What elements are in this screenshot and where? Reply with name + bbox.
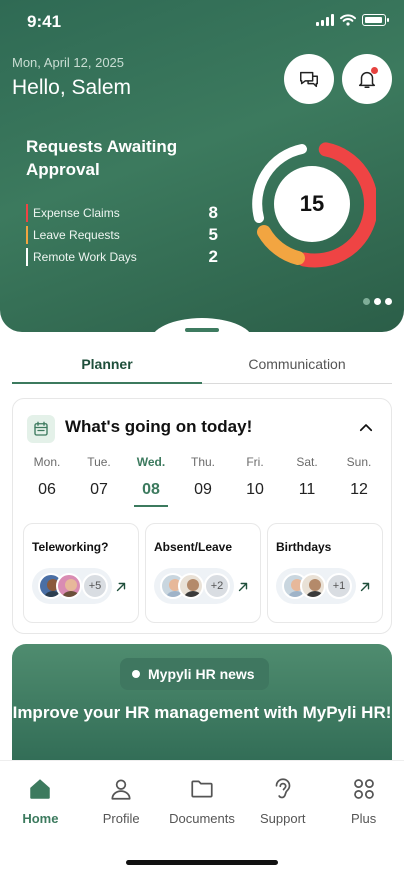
avatar-group: +5 (32, 568, 112, 604)
request-row-expense[interactable]: Expense Claims 8 (26, 203, 218, 222)
day-name: Mon. (33, 455, 61, 469)
tab-communication[interactable]: Communication (202, 348, 392, 383)
home-indicator (126, 860, 278, 865)
request-color-bar (26, 204, 28, 222)
day-date: 10 (246, 481, 264, 498)
week-strip: Mon. 06 Tue. 07 Wed. 08 Thu. 09 Fri. 10 Sat. 1… (21, 455, 385, 507)
avatar (56, 573, 82, 599)
day-date: 06 (38, 481, 56, 498)
notification-dot (371, 67, 378, 74)
card-title: Birthdays (276, 540, 332, 554)
home-icon (26, 775, 54, 803)
support-icon (269, 775, 297, 803)
nav-documents[interactable]: Documents (162, 775, 243, 826)
day-name: Sat. (296, 455, 318, 469)
chat-icon (300, 71, 318, 88)
day-date: 12 (350, 481, 368, 498)
nav-label: Home (22, 811, 59, 826)
folder-icon (188, 775, 216, 803)
more-count: +1 (326, 573, 352, 599)
profile-icon (107, 775, 135, 803)
request-row-leave[interactable]: Leave Requests 5 (26, 225, 218, 244)
carousel-dot[interactable] (363, 298, 370, 305)
status-bar: 9:41 (0, 0, 404, 44)
day-date: 09 (194, 481, 212, 498)
today-title: What's going on today! (65, 417, 253, 436)
grid-icon (350, 775, 378, 803)
calendar-icon (27, 415, 55, 443)
day-saturday[interactable]: Sat. 11 (281, 455, 333, 507)
wifi-icon (340, 14, 356, 26)
more-count: +2 (204, 573, 230, 599)
arrow-up-right-icon[interactable] (236, 580, 250, 594)
avatar (300, 573, 326, 599)
today-card: What's going on today! Mon. 06 Tue. 07 Wed… (12, 398, 392, 634)
requests-total: 15 (274, 166, 350, 242)
tab-planner[interactable]: Planner (12, 348, 202, 384)
news-headline: Improve your HR management with MyPyli H… (12, 703, 392, 722)
nav-plus[interactable]: Plus (323, 775, 404, 826)
messages-button[interactable] (284, 54, 334, 104)
signal-icon (316, 14, 334, 26)
day-name: Fri. (246, 455, 264, 469)
chevron-up-icon[interactable] (357, 419, 375, 437)
avatar-group: +2 (154, 568, 234, 604)
day-name: Sun. (346, 455, 372, 469)
day-sunday[interactable]: Sun. 12 (333, 455, 385, 507)
card-title: Teleworking? (32, 540, 109, 554)
header-panel: 9:41 Mon, April 12, 2025 Hello, Salem Re… (0, 0, 404, 332)
carousel-dot[interactable] (374, 298, 381, 305)
request-count: 2 (208, 247, 218, 266)
request-label: Expense Claims (33, 206, 120, 220)
arrow-up-right-icon[interactable] (114, 580, 128, 594)
nav-label: Profile (102, 811, 140, 826)
request-count: 5 (208, 225, 218, 244)
status-icons (316, 14, 389, 26)
news-badge: Mypyli HR news (120, 658, 269, 690)
status-time: 9:41 (27, 12, 62, 31)
more-count: +5 (82, 573, 108, 599)
battery-icon (362, 14, 389, 26)
arrow-up-right-icon[interactable] (358, 580, 372, 594)
day-date: 11 (298, 481, 316, 498)
request-row-remote[interactable]: Remote Work Days 2 (26, 247, 218, 266)
day-friday[interactable]: Fri. 10 (229, 455, 281, 507)
nav-label: Plus (350, 811, 377, 826)
request-color-bar (26, 226, 28, 244)
request-count: 8 (208, 203, 218, 222)
nav-profile[interactable]: Profile (81, 775, 162, 826)
carousel-dot[interactable] (385, 298, 392, 305)
greeting: Hello, Salem (12, 76, 132, 99)
absent-leave-card[interactable]: Absent/Leave +2 (145, 523, 261, 623)
request-label: Leave Requests (33, 228, 120, 242)
day-date: 08 (134, 481, 168, 507)
day-tuesday[interactable]: Tue. 07 (73, 455, 125, 507)
request-label: Remote Work Days (33, 250, 137, 264)
day-thursday[interactable]: Thu. 09 (177, 455, 229, 507)
day-date: 07 (90, 481, 108, 498)
teleworking-card[interactable]: Teleworking? +5 (23, 523, 139, 623)
carousel-dots[interactable] (363, 298, 392, 305)
notifications-button[interactable] (342, 54, 392, 104)
drag-handle[interactable] (185, 328, 219, 332)
current-date: Mon, April 12, 2025 (12, 55, 125, 70)
nav-home[interactable]: Home (0, 775, 81, 826)
day-wednesday[interactable]: Wed. 08 (125, 455, 177, 507)
nav-label: Support (260, 811, 306, 826)
birthdays-card[interactable]: Birthdays +1 (267, 523, 383, 623)
nav-support[interactable]: Support (242, 775, 323, 826)
day-name: Tue. (87, 455, 111, 469)
avatar-group: +1 (276, 568, 356, 604)
nav-label: Documents (169, 811, 235, 826)
day-name: Thu. (190, 455, 215, 469)
day-name: Wed. (136, 455, 166, 469)
avatar (178, 573, 204, 599)
day-monday[interactable]: Mon. 06 (21, 455, 73, 507)
request-color-bar (26, 248, 28, 266)
bottom-navigation: Home Profile Documents Support Plus (0, 760, 404, 875)
hr-news-banner[interactable]: Mypyli HR news Improve your HR managemen… (12, 644, 392, 774)
tab-bar: Planner Communication (12, 348, 392, 384)
card-title: Absent/Leave (154, 540, 233, 554)
requests-title: Requests Awaiting Approval (26, 137, 178, 179)
